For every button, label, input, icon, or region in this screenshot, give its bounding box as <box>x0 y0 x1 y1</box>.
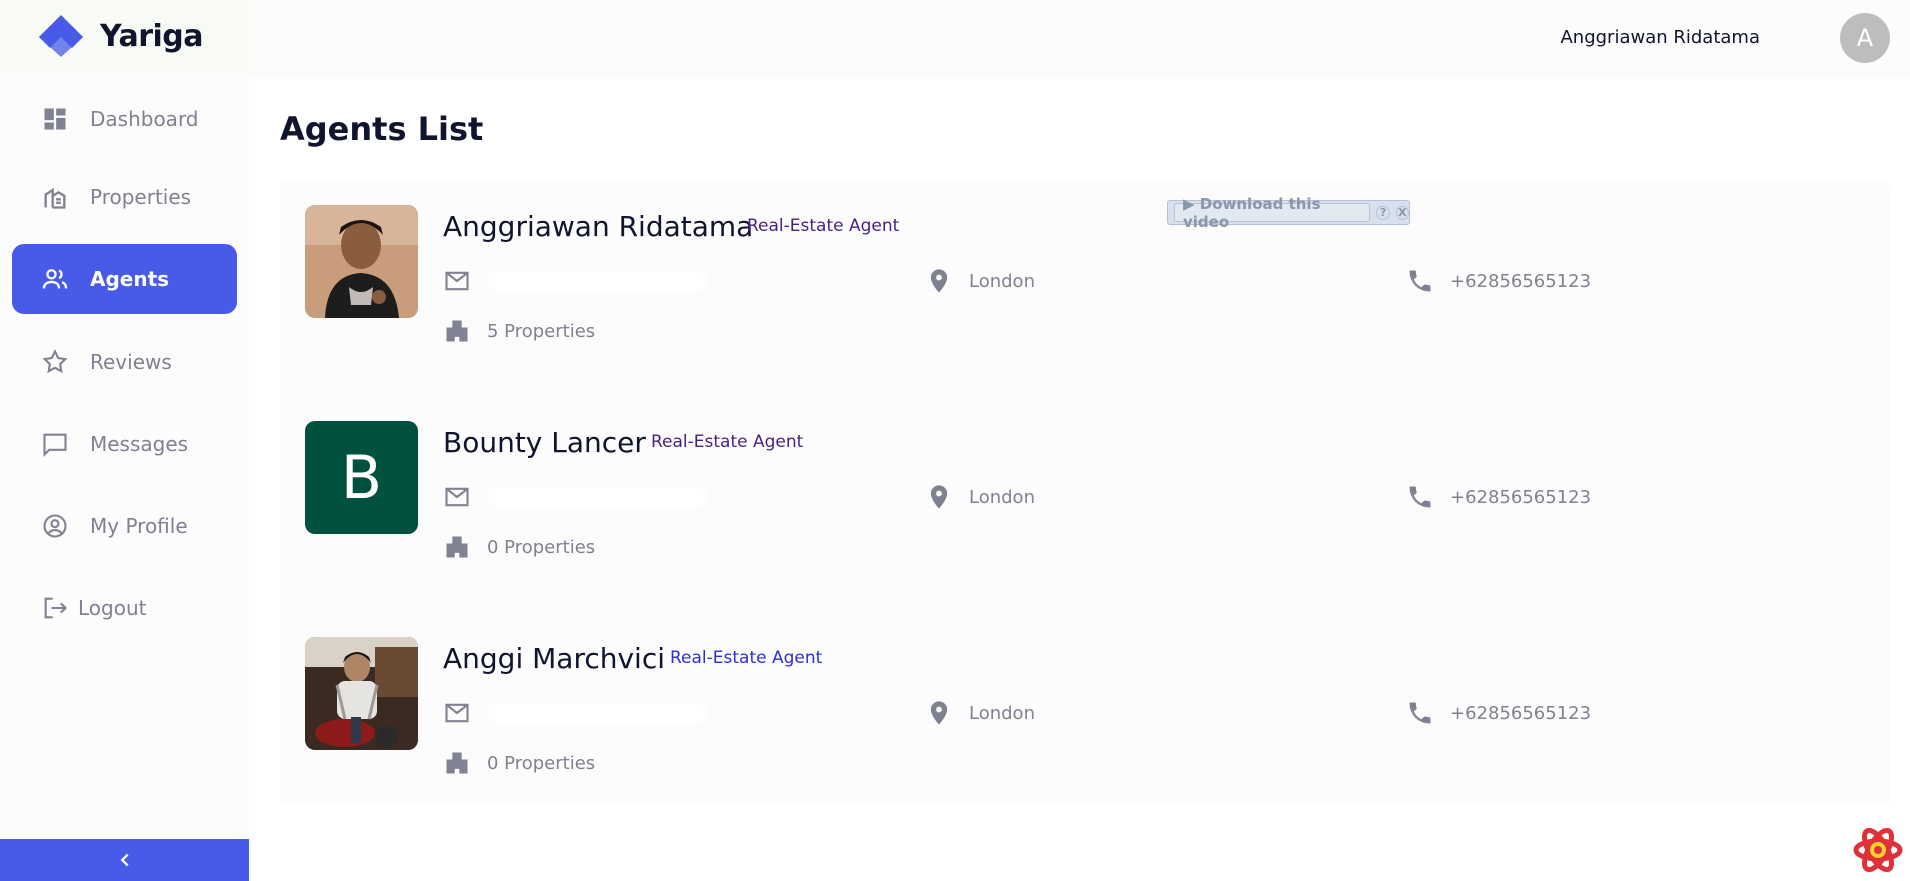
properties-count: 5 Properties <box>487 320 596 342</box>
agent-avatar-photo <box>305 637 418 750</box>
star-icon <box>40 347 70 377</box>
building-icon <box>446 752 468 774</box>
sidebar-item-dashboard[interactable]: Dashboard <box>12 84 237 154</box>
building-icon <box>446 320 468 342</box>
email-icon <box>445 703 469 723</box>
sidebar: Yariga Dashboard Properties Agents Revie… <box>0 0 249 881</box>
properties-count: 0 Properties <box>487 536 596 558</box>
agent-name[interactable]: Anggi Marchvici <box>443 642 665 675</box>
location-text: London <box>969 270 1035 292</box>
sidebar-item-label: Dashboard <box>90 107 199 131</box>
agent-properties: 0 Properties <box>443 533 595 561</box>
download-video-button[interactable]: ▶ Download this video <box>1174 195 1371 231</box>
download-video-overlay: ▶ Download this video ? X <box>1167 195 1410 231</box>
redacted-email <box>487 703 707 723</box>
sidebar-item-properties[interactable]: Properties <box>12 162 237 232</box>
app-logo[interactable]: Yariga <box>0 0 249 72</box>
help-icon[interactable]: ? <box>1376 205 1390 220</box>
location-text: London <box>969 702 1035 724</box>
redacted-email <box>487 487 707 507</box>
sidebar-item-logout[interactable]: Logout <box>12 573 237 643</box>
properties-count: 0 Properties <box>487 752 596 774</box>
sidebar-item-agents[interactable]: Agents <box>12 244 237 314</box>
agent-phone: +62856565123 <box>1406 483 1591 511</box>
agent-avatar-photo <box>305 205 418 318</box>
email-icon <box>445 487 469 507</box>
app-name: Yariga <box>100 18 204 54</box>
phone-icon <box>1409 486 1431 508</box>
agent-role: Real-Estate Agent <box>651 432 804 452</box>
close-icon[interactable]: X <box>1395 205 1409 220</box>
sidebar-item-label: My Profile <box>90 514 188 538</box>
agent-phone: +62856565123 <box>1406 699 1591 727</box>
agent-role: Real-Estate Agent <box>670 648 823 668</box>
phone-text: +62856565123 <box>1450 486 1592 508</box>
agents-list: Anggriawan Ridatama Real-Estate Agent Lo… <box>280 180 1890 805</box>
agent-avatar-letter: B <box>305 421 418 534</box>
agent-phone: +62856565123 <box>1406 267 1591 295</box>
phone-text: +62856565123 <box>1450 270 1592 292</box>
location-pin-icon <box>930 269 948 293</box>
sidebar-item-messages[interactable]: Messages <box>12 409 237 479</box>
agent-name[interactable]: Anggriawan Ridatama <box>443 210 753 243</box>
yariga-logo-icon <box>39 15 83 57</box>
chevron-left-icon <box>120 853 129 867</box>
location-pin-icon <box>930 485 948 509</box>
sidebar-collapse-button[interactable] <box>0 839 249 881</box>
sidebar-item-reviews[interactable]: Reviews <box>12 327 237 397</box>
agent-card[interactable]: Anggriawan Ridatama Real-Estate Agent Lo… <box>280 180 1890 342</box>
sidebar-item-label: Properties <box>90 185 192 209</box>
properties-icon <box>40 182 70 212</box>
agent-email <box>443 483 707 511</box>
sidebar-item-label: Messages <box>90 432 189 456</box>
agent-properties: 0 Properties <box>443 749 595 777</box>
agent-email <box>443 699 707 727</box>
agent-location: London <box>925 483 1035 511</box>
devtools-react-icon[interactable] <box>1853 825 1903 875</box>
sidebar-item-my-profile[interactable]: My Profile <box>12 491 237 561</box>
building-icon <box>446 536 468 558</box>
agent-properties: 5 Properties <box>443 317 595 345</box>
email-icon <box>445 271 469 291</box>
sidebar-item-label: Reviews <box>90 350 172 374</box>
agent-location: London <box>925 267 1035 295</box>
agent-name[interactable]: Bounty Lancer <box>443 426 646 459</box>
phone-text: +62856565123 <box>1450 702 1592 724</box>
location-text: London <box>969 486 1035 508</box>
agent-card[interactable]: Anggi Marchvici Real-Estate Agent London… <box>280 612 1890 774</box>
header-user-name: Anggriawan Ridatama <box>1560 27 1760 48</box>
phone-icon <box>1409 702 1431 724</box>
agent-email <box>443 267 707 295</box>
logout-icon <box>40 593 70 623</box>
agents-icon <box>40 264 70 294</box>
dashboard-icon <box>40 104 70 134</box>
agent-card[interactable]: B Bounty Lancer Real-Estate Agent London… <box>280 396 1890 558</box>
page-title: Agents List <box>280 110 484 148</box>
top-header: Anggriawan Ridatama A <box>249 0 1910 78</box>
agent-role: Real-Estate Agent <box>747 216 900 236</box>
location-pin-icon <box>930 701 948 725</box>
agent-location: London <box>925 699 1035 727</box>
phone-icon <box>1409 270 1431 292</box>
chat-icon <box>40 429 70 459</box>
redacted-email <box>487 271 707 291</box>
avatar[interactable]: A <box>1840 13 1890 63</box>
profile-icon <box>40 511 70 541</box>
sidebar-item-label: Agents <box>90 267 170 291</box>
sidebar-item-label: Logout <box>78 596 147 620</box>
